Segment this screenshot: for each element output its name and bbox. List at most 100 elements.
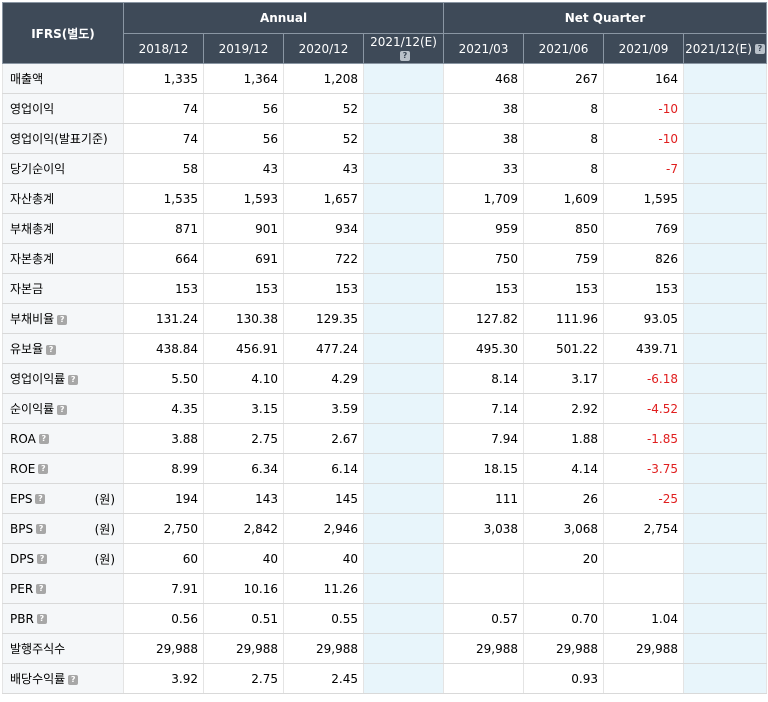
value-cell: 0.51	[203, 603, 284, 634]
help-icon[interactable]: ?	[754, 44, 765, 54]
value-cell: 477.24	[283, 333, 364, 364]
help-icon[interactable]: ?	[46, 344, 57, 355]
help-icon[interactable]: ?	[35, 494, 46, 504]
value-cell	[362, 603, 445, 634]
value-cell: 40	[203, 543, 284, 574]
table-row: 부채비율? 131.24 130.38 129.35 127.82 111.96 93.05	[2, 303, 768, 334]
table-row: 자본총계 664 691 722 750 759 826	[2, 243, 768, 274]
value-cell	[362, 573, 445, 604]
value-cell: 3.88	[123, 423, 204, 454]
value-cell	[362, 123, 445, 154]
help-icon[interactable]: ?	[38, 434, 49, 444]
net-quarter-group-header[interactable]: Net Quarter	[443, 2, 768, 34]
value-cell	[683, 603, 768, 634]
row-label-cell: 영업이익률?	[2, 363, 124, 394]
value-cell: 127.82	[443, 303, 525, 334]
annual-group-header[interactable]: Annual	[122, 2, 445, 34]
value-cell: 38	[443, 123, 525, 154]
value-cell	[362, 333, 445, 364]
table-row: 유보율? 438.84 456.91 477.24 495.30 501.22 439.71	[2, 333, 768, 364]
value-cell: 2.75	[203, 423, 284, 454]
period-label: 2021/03	[458, 41, 509, 56]
value-cell: 60	[123, 543, 204, 574]
help-icon[interactable]: ?	[36, 614, 47, 624]
value-cell	[362, 273, 445, 304]
value-cell: 56	[203, 93, 284, 124]
value-cell: 1.88	[523, 423, 605, 454]
value-cell: 2,842	[203, 513, 284, 544]
help-icon[interactable]: ?	[36, 584, 47, 594]
value-cell: 29,988	[283, 633, 364, 664]
value-cell	[362, 213, 445, 244]
row-label: ROE	[10, 461, 36, 476]
value-cell: 7.94	[443, 423, 525, 454]
help-icon[interactable]: ?	[36, 524, 47, 534]
value-cell: 691	[203, 243, 284, 274]
help-icon[interactable]: ?	[57, 314, 68, 325]
value-cell: 1.04	[603, 603, 685, 634]
value-cell: 8.99	[123, 453, 204, 484]
help-icon[interactable]: ?	[57, 404, 68, 415]
unit-label: (원)	[94, 552, 115, 566]
value-cell: 438.84	[123, 333, 204, 364]
value-cell: 0.57	[443, 603, 525, 634]
row-label: 영업이익률	[10, 372, 66, 386]
ifrs-corner-header[interactable]: IFRS(별도)	[2, 2, 124, 64]
row-label: 배당수익률	[10, 672, 66, 686]
value-cell	[683, 423, 768, 454]
table-row: 당기순이익 58 43 43 33 8 -7	[2, 153, 768, 184]
value-cell: 29,988	[443, 633, 525, 664]
value-cell	[683, 393, 768, 424]
value-cell: 7.91	[123, 573, 204, 604]
value-cell: 1,609	[523, 183, 605, 214]
value-cell: 29,988	[523, 633, 605, 664]
period-label: 2019/12	[218, 41, 269, 56]
row-label-cell: PBR?	[2, 603, 124, 634]
help-icon[interactable]: ?	[38, 464, 49, 474]
value-cell	[683, 63, 768, 94]
value-cell: 495.30	[443, 333, 525, 364]
row-label: 당기순이익	[10, 162, 66, 176]
row-label-cell: 발행주식수	[2, 633, 124, 664]
value-cell: 8	[523, 153, 605, 184]
value-cell	[362, 453, 445, 484]
financial-summary-table: IFRS(별도) Annual Net Quarter 2018/12 2019…	[2, 2, 768, 694]
value-cell: 130.38	[203, 303, 284, 334]
row-label: 매출액	[10, 72, 44, 86]
table-row: PBR? 0.56 0.51 0.55 0.57 0.70 1.04	[2, 603, 768, 634]
help-icon[interactable]: ?	[68, 674, 79, 685]
help-icon[interactable]: ?	[400, 51, 410, 61]
value-cell: 56	[203, 123, 284, 154]
value-cell: 0.93	[523, 663, 605, 694]
help-icon[interactable]: ?	[37, 554, 48, 564]
value-cell: 153	[123, 273, 204, 304]
value-cell: 2.45	[283, 663, 364, 694]
value-cell: 0.70	[523, 603, 605, 634]
period-header: 2019/12	[203, 33, 284, 64]
value-cell: 5.50	[123, 363, 204, 394]
row-label-cell: ROE?	[2, 453, 124, 484]
value-cell	[523, 573, 605, 604]
value-cell: 3.17	[523, 363, 605, 394]
help-icon[interactable]: ?	[68, 374, 79, 385]
value-cell: 153	[603, 273, 685, 304]
value-cell	[683, 123, 768, 154]
row-label: 자본총계	[10, 252, 55, 266]
value-cell: 145	[283, 483, 364, 514]
value-cell: 153	[283, 273, 364, 304]
row-label: 부채총계	[10, 222, 55, 236]
value-cell: 26	[523, 483, 605, 514]
value-cell: 29,988	[123, 633, 204, 664]
row-label: 발행주식수	[10, 642, 66, 656]
value-cell: 8.14	[443, 363, 525, 394]
value-cell: 52	[283, 93, 364, 124]
value-cell: 2.67	[283, 423, 364, 454]
value-cell: 153	[443, 273, 525, 304]
value-cell: 850	[523, 213, 605, 244]
value-cell: -6.18	[603, 363, 685, 394]
row-label-cell: 매출액	[2, 63, 124, 94]
table-row: EPS? (원) 194 143 145 111 26 -25	[2, 483, 768, 514]
value-cell: 52	[283, 123, 364, 154]
value-cell: 2.75	[203, 663, 284, 694]
value-cell	[683, 183, 768, 214]
